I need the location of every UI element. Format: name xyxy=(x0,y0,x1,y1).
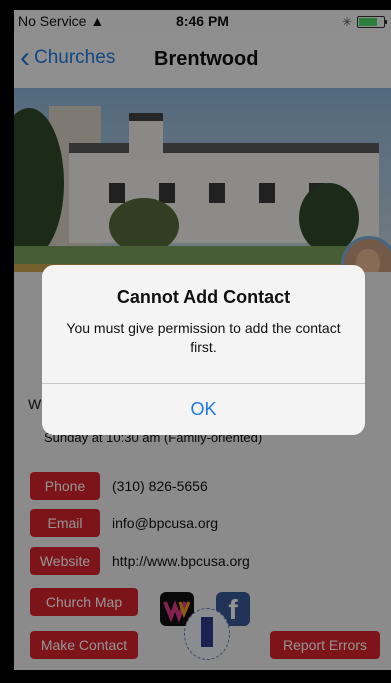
screen: No Service ▲ 8:46 PM ✳ ‹ Churches Brentw… xyxy=(14,10,391,670)
alert-dialog: Cannot Add Contact You must give permiss… xyxy=(42,265,365,435)
device-frame: No Service ▲ 8:46 PM ✳ ‹ Churches Brentw… xyxy=(0,0,391,683)
alert-title: Cannot Add Contact xyxy=(116,287,291,307)
ok-button[interactable]: OK xyxy=(42,384,365,435)
alert-message: You must give permission to add the cont… xyxy=(66,320,341,355)
